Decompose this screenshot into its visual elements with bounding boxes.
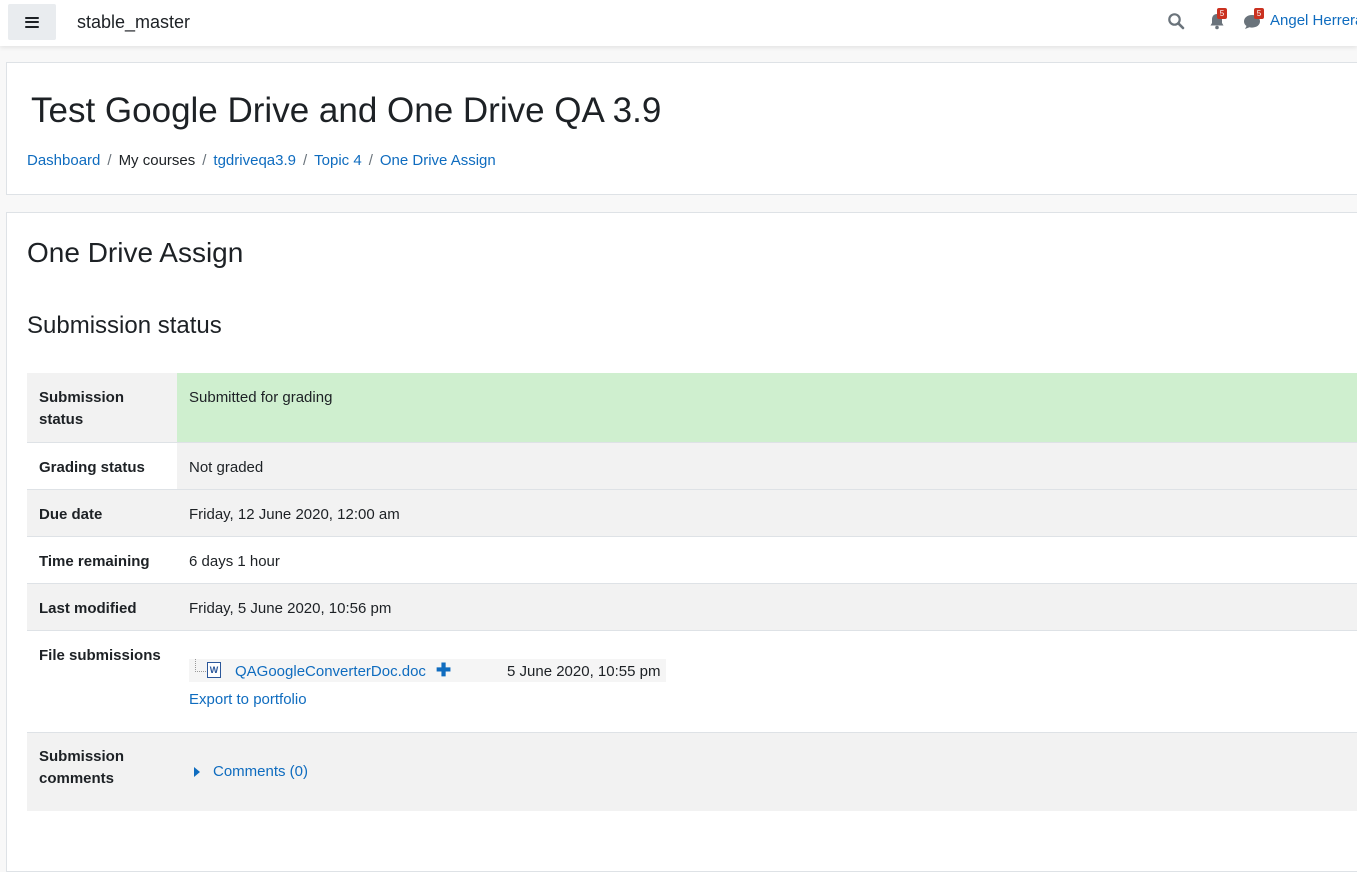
hamburger-icon [25,16,39,28]
breadcrumb-dashboard[interactable]: Dashboard [27,152,100,169]
section-title: Submission status [27,312,222,339]
breadcrumb-my-courses: My courses [118,152,196,169]
site-name[interactable]: stable_master [77,12,190,33]
submission-status-label: Submission status [27,373,177,442]
comments-toggle-link[interactable]: Comments (0) [189,761,308,783]
table-row: Due date Friday, 12 June 2020, 12:00 am [27,489,1357,536]
file-submission-item: W QAGoogleConverterDoc.doc ✚ 5 June 2020… [189,658,666,683]
breadcrumb-separator: / [368,152,373,169]
file-link[interactable]: QAGoogleConverterDoc.doc [235,661,426,683]
activity-title: One Drive Assign [27,237,244,268]
last-modified-label: Last modified [39,599,137,617]
submission-status-value: Submitted for grading [177,373,1357,442]
table-row: File submissions W QAGoogleConverterDoc.… [27,630,1357,732]
export-to-portfolio-link[interactable]: Export to portfolio [189,689,1355,711]
submission-comments-label: Submission comments [39,747,125,787]
top-navbar: stable_master 5 5 Angel Herrera [0,0,1357,46]
page-title: Test Google Drive and One Drive QA 3.9 [31,91,662,130]
grading-status-value: Not graded [189,458,264,476]
tree-connector [195,658,206,672]
breadcrumb-separator: / [202,152,207,169]
last-modified-value: Friday, 5 June 2020, 10:56 pm [189,599,392,617]
messages-count-badge: 5 [1254,8,1264,19]
table-row: Time remaining 6 days 1 hour [27,536,1357,583]
page-header: Test Google Drive and One Drive QA 3.9 D… [6,62,1357,195]
submission-comments-value: Comments (0) [177,732,1357,811]
file-submissions-label: File submissions [39,646,161,664]
messages-button[interactable]: 5 [1241,8,1264,31]
plus-icon[interactable]: ✚ [436,659,451,681]
notifications-count-badge: 5 [1217,8,1227,19]
comments-label: Comments (0) [213,762,309,780]
submission-status-table: Submission status Submitted for grading … [27,373,1357,811]
user-menu-link[interactable]: Angel Herrera [1270,12,1357,29]
table-row: Submission comments Comments (0) [27,732,1357,811]
table-row: Submission status Submitted for grading [27,373,1357,442]
main-content: One Drive Assign Submission status Submi… [6,212,1357,872]
word-document-icon: W [207,661,221,678]
caret-right-icon [194,766,200,777]
breadcrumb-separator: / [302,152,308,169]
time-remaining-label: Time remaining [39,552,150,570]
time-remaining-value: 6 days 1 hour [189,552,280,570]
breadcrumb: Dashboard / My courses / tgdriveqa3.9 / Topic … [27,152,496,169]
due-date-value: Friday, 12 June 2020, 12:00 am [189,505,400,523]
search-icon[interactable] [1167,12,1185,30]
file-date: 5 June 2020, 10:55 pm [507,662,661,680]
table-row: Grading status Not graded [27,442,1357,489]
file-submissions-value: W QAGoogleConverterDoc.doc ✚ 5 June 2020… [177,630,1357,732]
grading-status-label: Grading status [27,442,177,489]
notifications-button[interactable]: 5 [1207,8,1227,31]
side-drawer-toggle-button[interactable] [8,4,56,40]
due-date-label: Due date [39,505,103,523]
breadcrumb-course[interactable]: tgdriveqa3.9 [213,152,296,169]
breadcrumb-separator: / [107,152,112,169]
breadcrumb-topic[interactable]: Topic 4 [314,152,362,169]
breadcrumb-assignment[interactable]: One Drive Assign [380,152,496,169]
table-row: Last modified Friday, 5 June 2020, 10:56… [27,583,1357,630]
